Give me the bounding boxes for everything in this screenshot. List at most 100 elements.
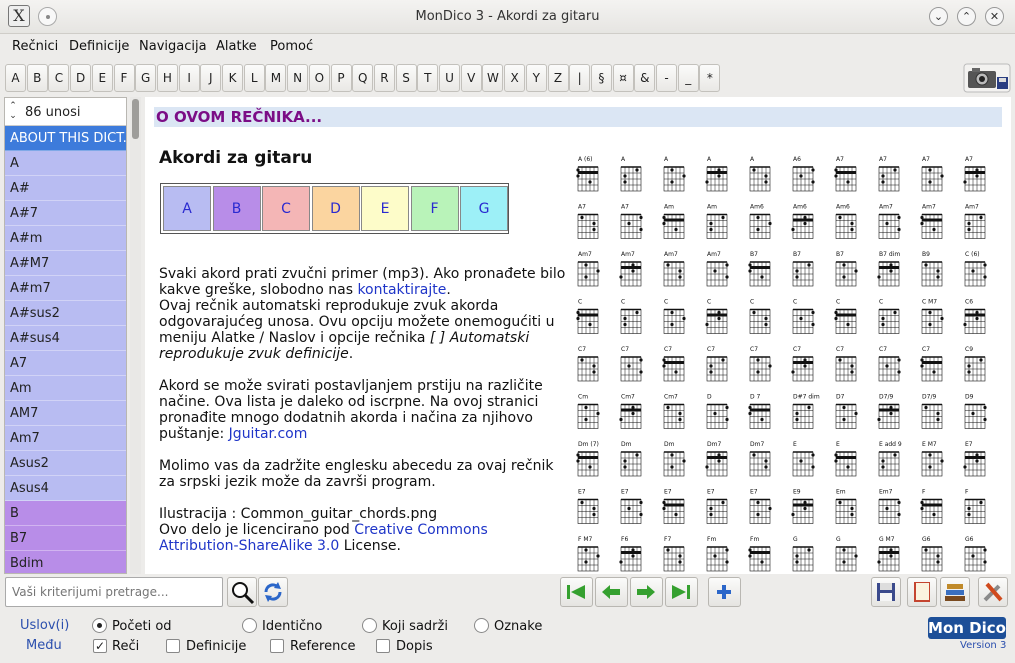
list-item[interactable]: Asus4 <box>5 476 126 501</box>
letter-button[interactable]: * <box>699 64 721 92</box>
tools-button[interactable] <box>978 577 1008 607</box>
list-item[interactable]: Bdim <box>5 551 126 573</box>
checkbox-reference[interactable] <box>270 639 284 653</box>
letter-button[interactable]: Y <box>525 64 547 92</box>
chord-key-g[interactable]: G <box>460 186 508 231</box>
chord-key-d[interactable]: D <box>311 186 360 231</box>
letter-button[interactable]: J <box>200 64 222 92</box>
chord-key-a[interactable]: A <box>163 186 211 231</box>
menu-recnici[interactable]: Rečnici <box>12 39 58 54</box>
letter-button[interactable]: W <box>482 64 504 92</box>
letter-button[interactable]: R <box>373 64 395 92</box>
jguitar-link[interactable]: Jguitar.com <box>229 426 308 442</box>
barre-mark <box>836 313 856 317</box>
checkbox-words[interactable]: ✓ <box>93 639 107 653</box>
letter-button[interactable]: ¤ <box>612 64 634 92</box>
list-item[interactable]: Am7 <box>5 426 126 451</box>
list-item[interactable]: B7 <box>5 526 126 551</box>
open-dictionary-button[interactable] <box>907 577 937 607</box>
search-button[interactable] <box>227 577 257 607</box>
next-entry-button[interactable] <box>630 577 663 607</box>
list-item[interactable]: ABOUT THIS DICT... <box>5 126 126 151</box>
list-item[interactable]: Asus2 <box>5 451 126 476</box>
spinner-arrows-icon[interactable]: ⌃ ⌄ <box>7 101 19 122</box>
list-item[interactable]: A#sus2 <box>5 301 126 326</box>
contact-link[interactable]: kontaktirajte <box>357 282 446 298</box>
letter-button[interactable]: C <box>48 64 70 92</box>
close-button[interactable]: ✕ <box>985 7 1004 26</box>
radio-contains[interactable] <box>362 618 377 633</box>
letter-button[interactable]: B <box>26 64 48 92</box>
letter-button[interactable]: L <box>243 64 265 92</box>
letter-button[interactable]: Q <box>352 64 374 92</box>
save-button[interactable] <box>871 577 901 607</box>
chord-key-c[interactable]: C <box>262 186 310 231</box>
list-item[interactable]: A#M7 <box>5 251 126 276</box>
maximize-button[interactable]: ⌃ <box>957 7 976 26</box>
letter-button[interactable]: & <box>634 64 656 92</box>
letter-button[interactable]: V <box>460 64 482 92</box>
letter-button[interactable]: N <box>287 64 309 92</box>
camera-icon[interactable] <box>963 63 1011 93</box>
list-item[interactable]: A# <box>5 176 126 201</box>
list-item[interactable]: A <box>5 151 126 176</box>
scroll-thumb[interactable] <box>132 99 139 139</box>
list-item[interactable]: A#m <box>5 226 126 251</box>
finger-dot <box>850 370 854 374</box>
radio-tags[interactable] <box>474 618 489 633</box>
chord-key-b[interactable]: B <box>212 186 261 231</box>
letter-button[interactable]: X <box>504 64 526 92</box>
list-item[interactable]: A#7 <box>5 201 126 226</box>
list-item[interactable]: B <box>5 501 126 526</box>
list-item[interactable]: AM7 <box>5 401 126 426</box>
title-bar: X MonDico 3 - Akordi za gitaru ⌄ ⌃ ✕ <box>0 0 1015 34</box>
letter-button[interactable]: O <box>308 64 330 92</box>
menu-pomoc[interactable]: Pomoć <box>270 39 313 54</box>
dictionaries-button[interactable] <box>940 577 970 607</box>
letter-button[interactable]: | <box>569 64 591 92</box>
letter-button[interactable]: _ <box>677 64 699 92</box>
list-item[interactable]: A7 <box>5 351 126 376</box>
letter-button[interactable]: T <box>417 64 439 92</box>
radio-identical[interactable] <box>242 618 257 633</box>
radio-starts-with[interactable] <box>92 618 107 633</box>
letter-button[interactable]: P <box>330 64 352 92</box>
chord-label: Em <box>836 489 846 496</box>
list-item[interactable]: A#sus4 <box>5 326 126 351</box>
letter-button[interactable]: S <box>395 64 417 92</box>
barre-mark <box>664 218 684 222</box>
minimize-button[interactable]: ⌄ <box>929 7 948 26</box>
finger-dot <box>811 453 815 457</box>
previous-entry-button[interactable] <box>595 577 628 607</box>
first-entry-button[interactable] <box>560 577 593 607</box>
chord-key-f[interactable]: F <box>410 186 459 231</box>
menu-alatke[interactable]: Alatke <box>216 39 257 54</box>
letter-button[interactable]: K <box>222 64 243 92</box>
checkbox-note[interactable] <box>376 639 390 653</box>
letter-button[interactable]: F <box>113 64 135 92</box>
letter-button[interactable]: A <box>5 64 26 92</box>
refresh-icon <box>264 582 282 602</box>
letter-button[interactable]: § <box>590 64 612 92</box>
checkbox-definitions[interactable] <box>166 639 180 653</box>
search-input[interactable] <box>5 577 223 607</box>
letter-button[interactable]: D <box>70 64 92 92</box>
menu-definicije[interactable]: Definicije <box>69 39 129 54</box>
list-scrollbar[interactable] <box>130 97 141 574</box>
list-item[interactable]: Am <box>5 376 126 401</box>
letter-button[interactable]: H <box>156 64 178 92</box>
add-entry-button[interactable] <box>708 577 741 607</box>
last-entry-button[interactable] <box>665 577 698 607</box>
letter-button[interactable]: I <box>178 64 200 92</box>
letter-button[interactable]: M <box>265 64 287 92</box>
letter-button[interactable]: U <box>439 64 460 92</box>
menu-navigacija[interactable]: Navigacija <box>139 39 207 54</box>
letter-button[interactable]: G <box>135 64 157 92</box>
letter-button[interactable]: - <box>656 64 677 92</box>
chord-key-e[interactable]: E <box>361 186 409 231</box>
list-item[interactable]: A#m7 <box>5 276 126 301</box>
letter-button[interactable]: Z <box>547 64 569 92</box>
refresh-button[interactable] <box>258 577 288 607</box>
letter-button[interactable]: E <box>91 64 113 92</box>
finger-dot <box>639 227 643 232</box>
